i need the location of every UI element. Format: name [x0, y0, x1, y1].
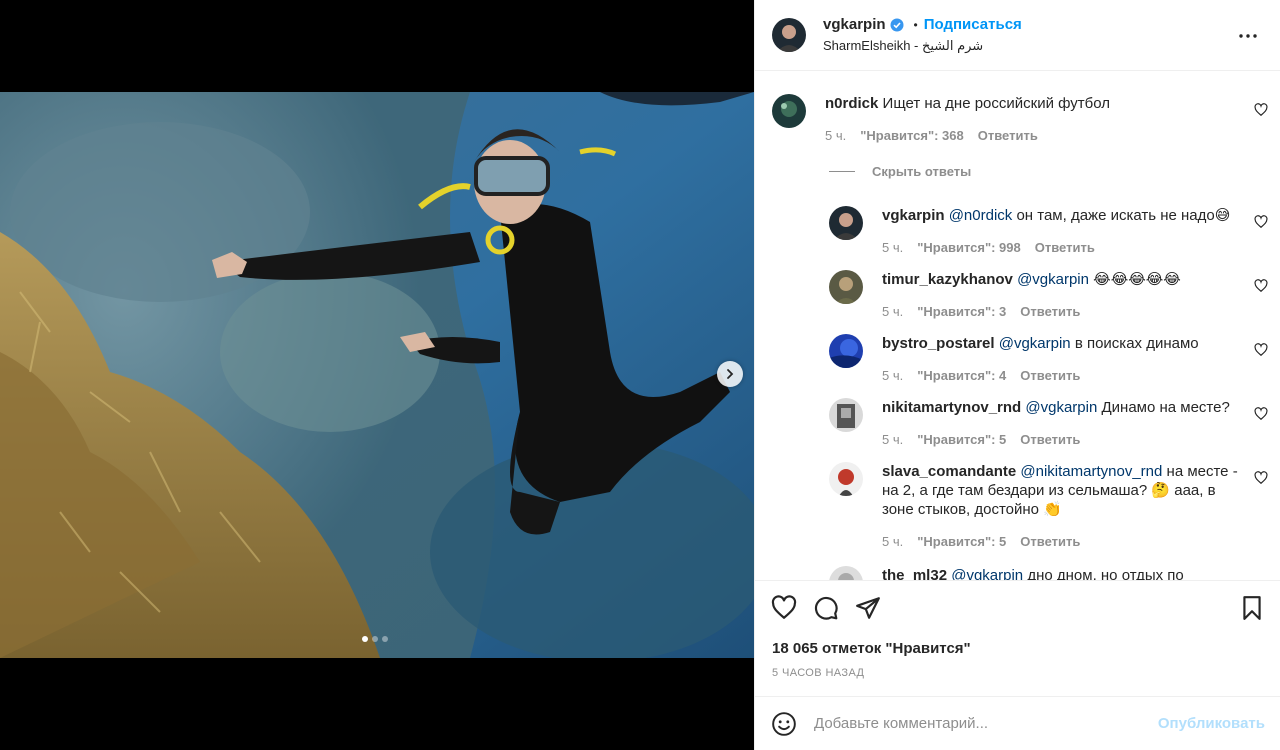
comment-time[interactable]: 5 ч. [882, 430, 903, 449]
comment-username[interactable]: nikitamartynov_rnd [882, 399, 1021, 416]
hide-replies-label: Скрыть ответы [872, 164, 972, 179]
reply-item: timur_kazykhanov @vgkarpin 😂😂😂😂😂 5 ч. "Н… [829, 270, 1181, 321]
comment-likes[interactable]: "Нравится": 3 [917, 302, 1006, 321]
post-photo[interactable] [0, 92, 754, 658]
comment-item: n0rdick Ищет на дне российский футбол 5 … [772, 94, 1110, 145]
comment-mention[interactable]: @vgkarpin [1025, 399, 1097, 416]
underwater-diver-photo [0, 92, 754, 658]
comment-text: в поисках динамо [1074, 335, 1199, 352]
bookmark-icon[interactable] [1239, 595, 1265, 621]
post-location[interactable]: SharmElsheikh - شرم الشيخ [823, 38, 1022, 54]
heart-icon[interactable] [771, 595, 797, 621]
divider-line [829, 171, 855, 172]
carousel-dot [372, 636, 378, 642]
paper-plane-icon[interactable] [855, 595, 881, 621]
carousel-dot [382, 636, 388, 642]
reply-item: nikitamartynov_rnd @vgkarpin Динамо на м… [829, 398, 1230, 449]
comment-likes[interactable]: "Нравится": 368 [860, 126, 964, 145]
publish-button[interactable]: Опубликовать [1158, 715, 1265, 732]
comment-likes[interactable]: "Нравится": 5 [917, 532, 1006, 551]
heart-icon[interactable] [1254, 103, 1268, 117]
reply-button[interactable]: Ответить [1035, 238, 1095, 257]
post-header: vgkarpin • Подписаться SharmElsheikh - ش… [755, 0, 1280, 71]
comment-mention[interactable]: @vgkarpin [1017, 271, 1089, 288]
comments-list[interactable]: n0rdick Ищет на дне российский футбол 5 … [755, 72, 1280, 580]
reply-button[interactable]: Ответить [1020, 366, 1080, 385]
carousel-indicator [362, 636, 388, 642]
reply-item: vgkarpin @n0rdick он там, даже искать не… [829, 206, 1230, 257]
comment-text: дно дном, но отдых по [1027, 567, 1184, 580]
verified-badge-icon [890, 18, 904, 31]
heart-icon[interactable] [1254, 471, 1268, 485]
comment-likes[interactable]: "Нравится": 4 [917, 366, 1006, 385]
commenter-avatar[interactable] [772, 94, 806, 128]
reply-item: slava_comandante @nikitamartynov_rnd на … [829, 462, 1239, 551]
reply-item: bystro_postarel @vgkarpin в поисках дина… [829, 334, 1199, 385]
post-actions: 18 065 отметок "Нравится" 5 ЧАСОВ НАЗАД [755, 580, 1280, 696]
comment-username[interactable]: the_ml32 [882, 567, 947, 580]
more-options-icon[interactable] [1236, 24, 1260, 48]
comment-composer: Опубликовать [755, 696, 1280, 750]
heart-icon[interactable] [1254, 407, 1268, 421]
comment-time[interactable]: 5 ч. [825, 126, 846, 145]
heart-icon[interactable] [1254, 279, 1268, 293]
commenter-avatar[interactable] [829, 462, 863, 496]
comment-likes[interactable]: "Нравится": 5 [917, 430, 1006, 449]
comment-mention[interactable]: @nikitamartynov_rnd [1020, 463, 1162, 480]
reply-button[interactable]: Ответить [1020, 302, 1080, 321]
comment-username[interactable]: vgkarpin [882, 207, 945, 224]
comment-mention[interactable]: @vgkarpin [951, 567, 1023, 580]
author-username[interactable]: vgkarpin [823, 16, 886, 33]
reply-button[interactable]: Ответить [978, 126, 1038, 145]
comment-time[interactable]: 5 ч. [882, 302, 903, 321]
comment-username[interactable]: n0rdick [825, 95, 878, 112]
comment-text: Динамо на месте? [1101, 399, 1230, 416]
heart-icon[interactable] [1254, 343, 1268, 357]
comment-input[interactable] [814, 715, 1158, 732]
reply-item: the_ml32 @vgkarpin дно дном, но отдых по [829, 566, 1184, 580]
commenter-avatar[interactable] [829, 398, 863, 432]
comment-mention[interactable]: @vgkarpin [999, 335, 1071, 352]
hide-replies-button[interactable]: Скрыть ответы [829, 164, 971, 179]
author-avatar[interactable] [772, 18, 806, 52]
comment-username[interactable]: timur_kazykhanov [882, 271, 1013, 288]
carousel-dot [362, 636, 368, 642]
next-media-button[interactable] [717, 361, 743, 387]
commenter-avatar[interactable] [829, 566, 863, 580]
comment-username[interactable]: bystro_postarel [882, 335, 995, 352]
comment-username[interactable]: slava_comandante [882, 463, 1016, 480]
emoji-icon[interactable] [771, 711, 797, 737]
reply-button[interactable]: Ответить [1020, 430, 1080, 449]
comment-time[interactable]: 5 ч. [882, 532, 903, 551]
comment-bubble-icon[interactable] [813, 595, 839, 621]
post-timestamp[interactable]: 5 ЧАСОВ НАЗАД [772, 667, 864, 679]
comment-text: Ищет на дне российский футбол [882, 95, 1111, 112]
reply-button[interactable]: Ответить [1020, 532, 1080, 551]
comment-time[interactable]: 5 ч. [882, 238, 903, 257]
follow-button[interactable]: Подписаться [924, 16, 1022, 33]
commenter-avatar[interactable] [829, 334, 863, 368]
separator-dot: • [913, 17, 918, 32]
commenter-avatar[interactable] [829, 270, 863, 304]
chevron-right-icon [727, 369, 734, 379]
heart-icon[interactable] [1254, 215, 1268, 229]
comment-text: 😂😂😂😂😂 [1093, 271, 1181, 288]
commenter-avatar[interactable] [829, 206, 863, 240]
comment-mention[interactable]: @n0rdick [949, 207, 1013, 224]
comment-likes[interactable]: "Нравится": 998 [917, 238, 1021, 257]
likes-count[interactable]: 18 065 отметок "Нравится" [772, 640, 971, 657]
post-details-panel: vgkarpin • Подписаться SharmElsheikh - ش… [754, 0, 1280, 750]
comment-text: он там, даже искать не надо😅 [1016, 207, 1231, 224]
post-media-area [0, 0, 754, 750]
comment-time[interactable]: 5 ч. [882, 366, 903, 385]
